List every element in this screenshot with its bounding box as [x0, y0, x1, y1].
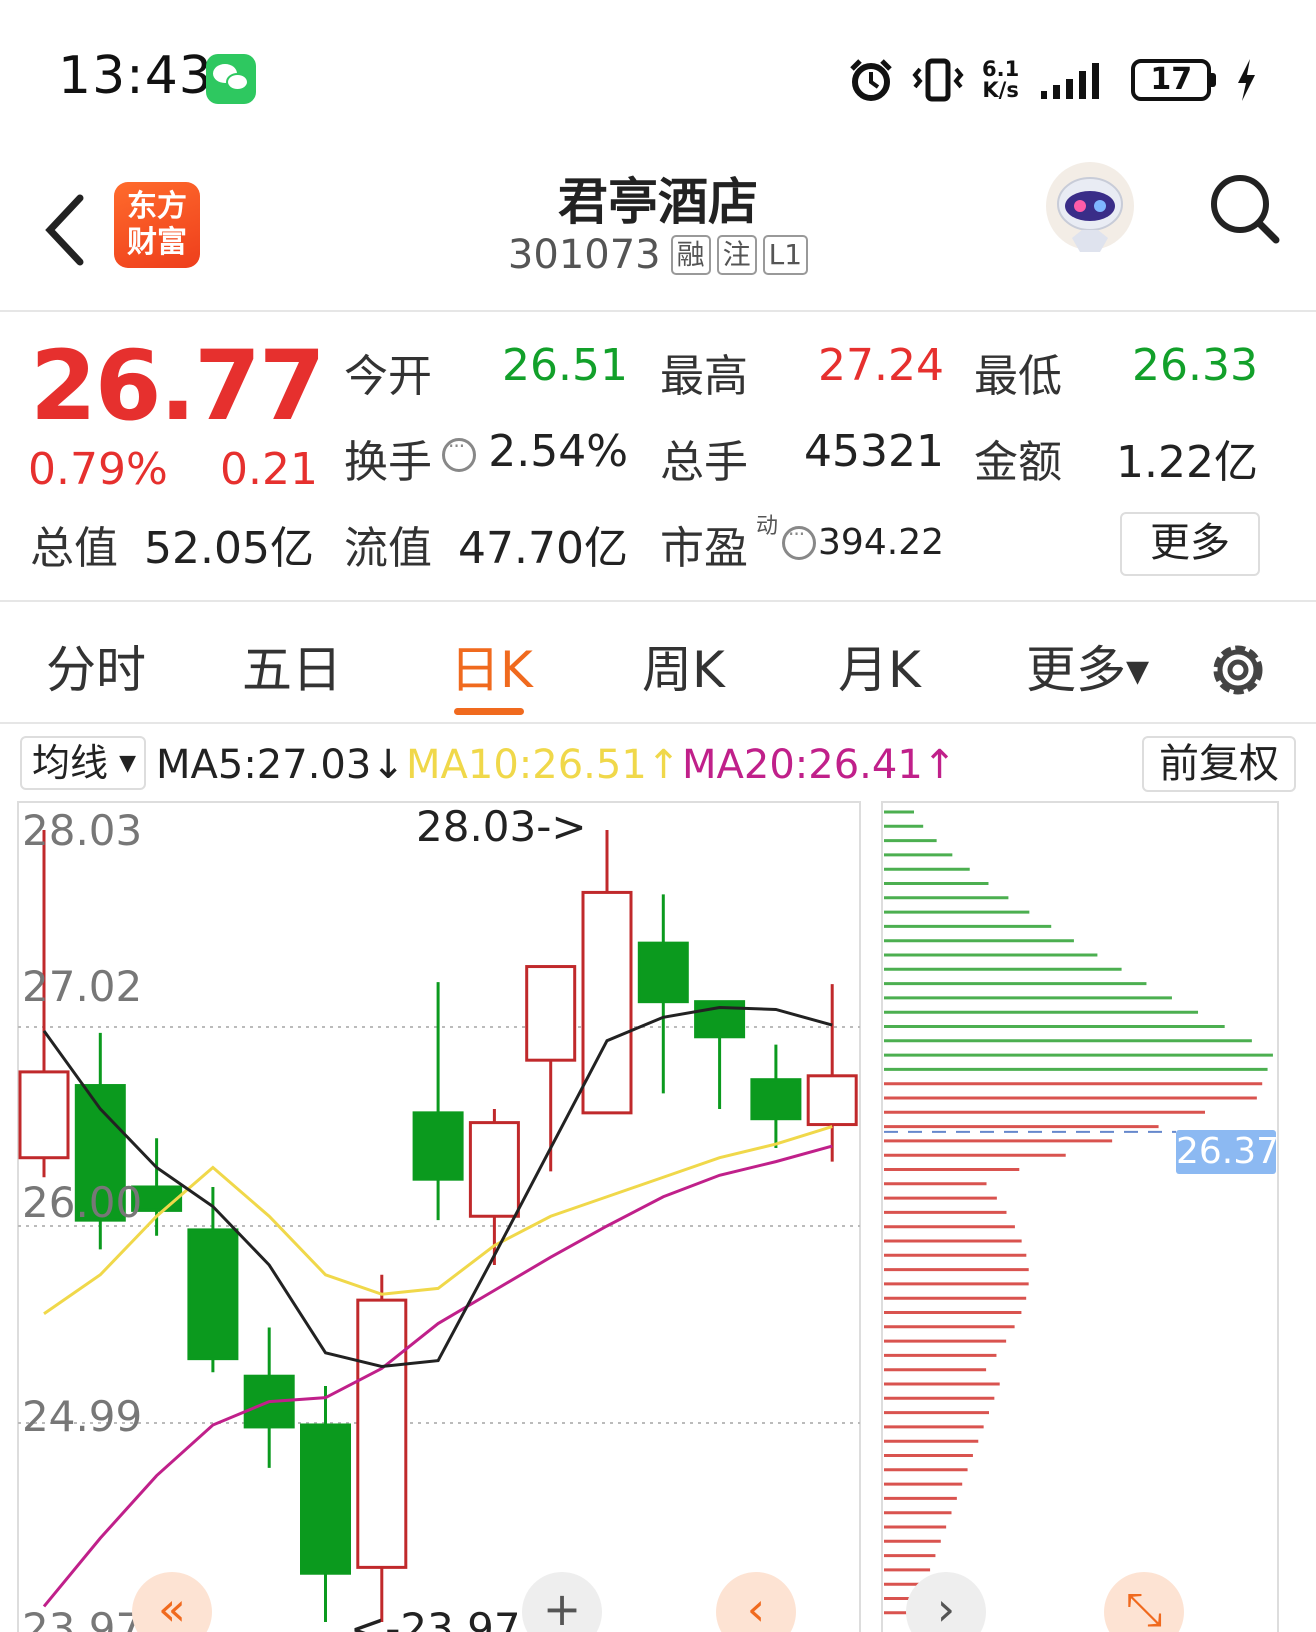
chevron-down-icon: ▼	[1126, 654, 1150, 689]
float-cap-label: 流值	[344, 523, 432, 574]
current-price: 26.77	[30, 330, 326, 442]
y-tick-label: 27.02	[22, 962, 143, 1011]
margin-tag: 融	[670, 235, 711, 275]
high-marker-label: 28.03->	[416, 802, 587, 851]
ma-selector[interactable]: 均线 ▼	[20, 736, 146, 790]
chevron-down-icon: ▼	[119, 751, 136, 776]
registered-tag: 注	[716, 235, 757, 275]
turnover-value: 2.54%	[488, 426, 628, 477]
ma-indicator-row: 均线 ▼ MA5:27.03↓ MA10:26.51↑ MA20:26.41↑ 前…	[0, 734, 1316, 794]
low-label: 最低	[974, 351, 1062, 402]
open-value: 26.51	[502, 340, 628, 391]
pe-label: 市盈	[660, 523, 748, 574]
forward-adjust-button[interactable]: 前复权	[1142, 736, 1296, 792]
battery-icon: 17	[1131, 59, 1217, 101]
level-tag: L1	[762, 235, 809, 275]
quote-divider	[0, 600, 1316, 602]
charging-icon	[1238, 59, 1256, 101]
candle-body	[187, 1228, 239, 1361]
candle-body	[412, 1111, 464, 1181]
amount-label: 金额	[974, 437, 1062, 488]
gear-icon[interactable]	[1202, 634, 1274, 706]
y-tick-label: 28.03	[22, 806, 143, 855]
candle-body	[525, 965, 577, 1062]
mktcap-label: 总值	[30, 523, 118, 574]
change-percent: 0.79%	[28, 444, 168, 495]
y-tick-label: 23.97	[22, 1604, 143, 1632]
candle-body	[806, 1074, 858, 1127]
wechat-icon	[206, 54, 256, 104]
volume-value: 45321	[804, 426, 944, 477]
tab-weekly-k[interactable]: 周K	[642, 630, 725, 702]
low-value: 26.33	[1132, 340, 1258, 391]
info-icon[interactable]	[782, 522, 816, 560]
kline-chart[interactable]	[0, 790, 1316, 1632]
search-icon[interactable]	[1204, 168, 1284, 248]
float-cap-value: 47.70亿	[458, 523, 628, 574]
app-header: 东方 财富 君亭酒店 301073 融 注 L1	[0, 150, 1316, 310]
tabs-divider	[0, 722, 1316, 724]
ma5-value: MA5:27.03↓	[156, 742, 405, 788]
change-amount: 0.21	[220, 444, 318, 495]
alarm-icon	[850, 59, 892, 101]
volume-label: 总手	[660, 437, 748, 488]
mktcap-value: 52.05亿	[144, 523, 314, 574]
signal-icon	[1041, 63, 1100, 99]
tab-monthly-k[interactable]: 月K	[838, 630, 921, 702]
pe-value: 394.22	[818, 522, 944, 563]
candle-body	[581, 890, 633, 1115]
open-label: 今开	[344, 351, 432, 402]
candle-body	[18, 1070, 70, 1160]
vibrate-icon	[912, 58, 964, 102]
active-tab-indicator	[454, 708, 524, 715]
net-speed: 6.1 K/s	[982, 57, 1020, 102]
amount-value: 1.22亿	[1116, 437, 1258, 488]
ma10-value: MA10:26.51↑	[406, 742, 681, 788]
status-bar: 13:43 6.1 K/s 17	[0, 0, 1316, 150]
chart-tabs: 分时 五日 日K 周K 月K 更多▼	[0, 622, 1316, 718]
candle-body	[750, 1078, 802, 1121]
candle-body	[300, 1423, 351, 1575]
y-tick-label: 24.99	[22, 1392, 143, 1441]
header-divider	[0, 310, 1316, 312]
tab-five-day[interactable]: 五日	[242, 630, 342, 702]
info-icon[interactable]	[442, 434, 476, 472]
turnover-label: 换手	[344, 437, 432, 488]
ma20-value: MA20:26.41↑	[682, 742, 957, 788]
low-marker-label: <-23.97	[350, 1604, 521, 1632]
pe-dynamic-mark: 动	[756, 514, 779, 539]
high-label: 最高	[660, 351, 748, 402]
candle-body	[468, 1121, 520, 1218]
tab-daily-k[interactable]: 日K	[450, 630, 533, 702]
high-value: 27.24	[818, 340, 944, 391]
ai-assistant-icon[interactable]	[1042, 160, 1138, 260]
tab-more[interactable]: 更多▼	[1026, 630, 1149, 702]
candle-body	[637, 941, 689, 1004]
volume-profile-price: 26.37	[1176, 1130, 1280, 1174]
y-tick-label: 26.00	[22, 1178, 143, 1227]
more-quote-button[interactable]: 更多	[1120, 512, 1260, 576]
status-icons: 6.1 K/s 17	[848, 52, 1258, 108]
stock-code: 301073	[507, 232, 661, 278]
tab-timeshare[interactable]: 分时	[46, 630, 146, 702]
status-time: 13:43	[58, 46, 213, 106]
candle-body	[356, 1298, 408, 1569]
